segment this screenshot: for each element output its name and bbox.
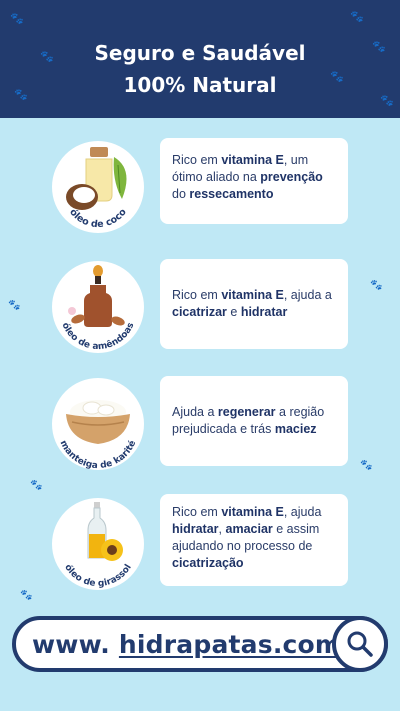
almond-oil-icon: óleo de amêndoas	[59, 265, 137, 352]
ingredient-card: Ajuda a regenerar a região prejudicada e…	[160, 376, 348, 466]
shea-butter-icon: manteiga de karité	[58, 400, 138, 470]
card-text: do	[172, 187, 190, 201]
card-text: Rico em	[172, 288, 222, 302]
paw-icon: 🐾	[30, 480, 43, 491]
item-label: óleo de girassol	[62, 562, 134, 589]
card-text: Ajuda a	[172, 405, 218, 419]
sunflower-oil-icon: óleo de girassol	[62, 502, 134, 589]
card-text-bold: vitamina E	[221, 505, 284, 519]
card-text-bold: hidratar	[240, 305, 288, 319]
card-text-bold: ressecamento	[189, 187, 274, 201]
ingredient-card: Rico em vitamina E, um ótimo aliado na p…	[160, 138, 348, 224]
header-banner: 🐾 🐾 🐾 🐾 🐾 🐾 🐾 Seguro e Saudável 100% Nat…	[0, 0, 400, 118]
card-text: Rico em	[172, 153, 222, 167]
card-text-bold: regenerar	[217, 405, 276, 419]
ingredient-card: Rico em vitamina E, ajuda a cicatrizar e…	[160, 259, 348, 349]
coconut-oil-icon: óleo de coco	[66, 147, 129, 230]
card-text-bold: prevenção	[260, 170, 323, 184]
item-label: óleo de coco	[67, 206, 129, 230]
card-text: Rico em	[172, 505, 222, 519]
card-text-bold: vitamina E	[221, 153, 284, 167]
sunflower-oil-illustration: óleo de girassol	[52, 498, 144, 590]
ingredient-row-amendoas: óleo de amêndoas Rico em vitamina E, aju…	[0, 259, 400, 359]
card-text-bold: hidratar	[172, 522, 219, 536]
svg-text:óleo de girassol: óleo de girassol	[62, 562, 134, 589]
ingredient-row-coco: óleo de coco Rico em vitamina E, um ótim…	[0, 138, 400, 241]
card-text-bold: amaciar	[225, 522, 273, 536]
card-text-bold: cicatrização	[172, 556, 244, 570]
paw-icon: 🐾	[10, 13, 24, 25]
shea-butter-illustration: manteiga de karité	[52, 378, 144, 470]
card-text-bold: cicatrizar	[172, 305, 227, 319]
card-text: , ajuda	[283, 505, 322, 519]
page-title-line1: Seguro e Saudável	[94, 41, 306, 65]
ingredient-row-girassol: óleo de girassol Rico em vitamina E, aju…	[0, 494, 400, 600]
website-url[interactable]: www. hidrapatas.com.br	[32, 630, 382, 659]
website-search-bar[interactable]: www. hidrapatas.com.br	[12, 616, 388, 672]
page-title-line2: 100% Natural	[123, 73, 277, 97]
card-text-bold: vitamina E	[221, 288, 284, 302]
svg-text:óleo de coco: óleo de coco	[67, 206, 129, 230]
card-text: e	[226, 305, 241, 319]
card-text: ,	[218, 522, 226, 536]
paw-icon: 🐾	[350, 11, 364, 23]
url-prefix: www.	[32, 630, 110, 659]
coconut-oil-illustration: óleo de coco	[52, 141, 144, 233]
ingredient-card: Rico em vitamina E, ajuda hidratar, amac…	[160, 494, 348, 586]
card-text: , ajuda a	[283, 288, 332, 302]
ingredient-row-karite: manteiga de karité Ajuda a regenerar a r…	[0, 376, 400, 476]
search-button[interactable]	[332, 616, 388, 672]
almond-oil-illustration: óleo de amêndoas	[52, 261, 144, 353]
card-text-bold: maciez	[274, 422, 317, 436]
search-icon	[347, 631, 373, 657]
